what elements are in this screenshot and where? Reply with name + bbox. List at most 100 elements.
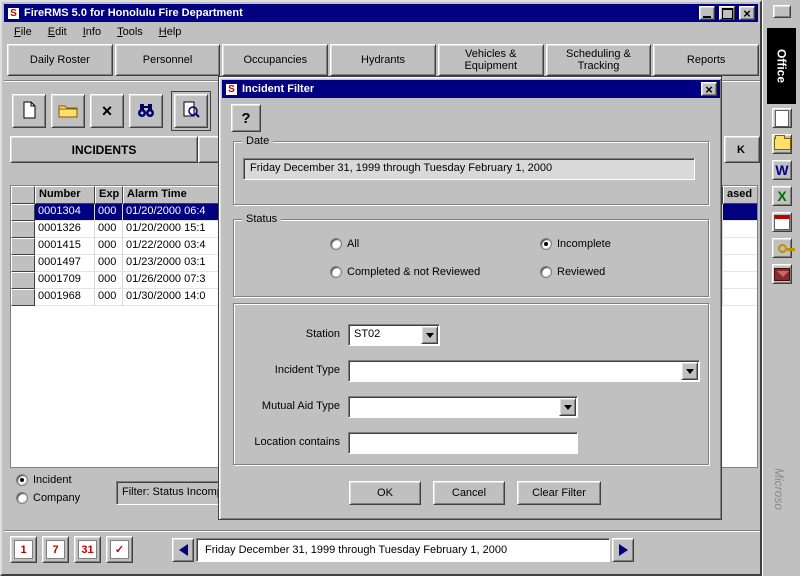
close-button-icon[interactable] [739,6,755,20]
column-header-number[interactable]: Number [35,186,95,204]
view-option-incident[interactable]: Incident [16,474,72,486]
delete-record-button[interactable]: × [90,94,124,128]
chevron-down-icon[interactable] [559,398,576,416]
column-header-partial[interactable]: ased [723,186,758,204]
firerms-logo-icon: S [7,7,20,20]
incomplete-radio[interactable] [540,238,552,250]
calendar-app-button[interactable] [772,212,792,232]
menu-help[interactable]: Help [151,24,190,40]
check-calendar-icon: ✓ [110,540,129,559]
mutual-aid-type-dropdown[interactable] [348,396,578,418]
minimize-button-icon[interactable] [699,6,715,20]
all-radio[interactable] [330,238,342,250]
row-indicator-header [11,186,35,204]
tab-occupancies[interactable]: Occupancies [222,44,328,76]
dialog-titlebar: S Incident Filter [222,80,720,98]
menubar: File Edit Info Tools Help [4,22,758,41]
company-radio[interactable] [16,492,28,504]
status-option-reviewed[interactable]: Reviewed [540,266,605,278]
status-group-label: Status [242,212,281,226]
delete-icon: × [102,102,113,120]
cell-alarm-time: 01/20/2000 06:4 [123,204,231,221]
tab-daily-roster[interactable]: Daily Roster [7,44,113,76]
status-option-all[interactable]: All [330,238,359,250]
tab-scheduling-tracking[interactable]: Scheduling & Tracking [546,44,652,76]
cancel-button[interactable]: Cancel [433,481,505,505]
window-title: FireRMS 5.0 for Honolulu Fire Department [24,7,695,19]
station-dropdown[interactable]: ST02 [348,324,440,346]
ok-button[interactable]: OK [349,481,421,505]
divider [4,530,760,532]
tab-vehicles-equipment[interactable]: Vehicles & Equipment [438,44,544,76]
cell-alarm-time: 01/22/2000 03:4 [123,238,231,255]
office-bar-menu-button[interactable] [773,5,791,18]
date-range-navigator: Friday December 31, 1999 through Tuesday… [172,538,634,562]
tab-personnel[interactable]: Personnel [115,44,221,76]
menu-edit[interactable]: Edit [40,24,75,40]
date-range-field: Friday December 31, 1999 through Tuesday… [243,158,695,180]
tab-hydrants[interactable]: Hydrants [330,44,436,76]
date-group: Date Friday December 31, 1999 through Tu… [233,141,709,205]
chevron-down-icon[interactable] [421,326,438,344]
menu-info[interactable]: Info [75,24,109,40]
cell-exp: 000 [95,204,123,221]
view-option-company[interactable]: Company [16,492,80,504]
keys-icon [778,244,787,253]
find-button[interactable] [129,94,163,128]
cell-number: 0001304 [35,204,95,221]
new-record-button[interactable] [12,94,46,128]
preview-button[interactable] [174,94,208,128]
menu-file[interactable]: File [6,24,40,40]
chevron-down-icon[interactable] [681,362,698,380]
month-calendar-icon: 31 [78,540,97,559]
column-header-alarm-time[interactable]: Alarm Time [123,186,231,204]
cell-number: 0001709 [35,272,95,289]
incident-radio[interactable] [16,474,28,486]
tab-reports[interactable]: Reports [653,44,759,76]
open-record-button[interactable] [51,94,85,128]
new-office-document-icon [775,110,789,127]
seven-day-calendar-button[interactable]: 7 [42,536,69,563]
cell-exp: 000 [95,255,123,272]
word-button[interactable]: W [772,160,792,180]
incident-type-dropdown[interactable] [348,360,700,382]
month-calendar-button[interactable]: 31 [74,536,101,563]
keys-button[interactable] [772,238,792,258]
reviewed-radio[interactable] [540,266,552,278]
completed-not-reviewed-radio[interactable] [330,266,342,278]
cell-exp: 000 [95,221,123,238]
cell-alarm-time: 01/26/2000 07:3 [123,272,231,289]
incidents-list-tab[interactable]: INCIDENTS [10,136,198,163]
status-option-completed-not-reviewed[interactable]: Completed & not Reviewed [330,266,480,278]
clear-filter-button[interactable]: Clear Filter [517,481,601,505]
company-radio-label: Company [33,492,80,504]
mail-icon [774,268,790,281]
dialog-close-icon[interactable] [701,82,717,96]
maximize-button-icon[interactable] [719,6,735,20]
cell-alarm-time: 01/23/2000 03:1 [123,255,231,272]
mail-button[interactable] [772,264,792,284]
open-office-document-button[interactable] [772,134,792,154]
left-arrow-icon [179,544,188,556]
status-option-incomplete[interactable]: Incomplete [540,238,611,250]
help-button[interactable]: ? [231,104,261,132]
location-contains-label: Location contains [238,432,340,452]
check-calendar-button[interactable]: ✓ [106,536,133,563]
excel-button[interactable]: X [772,186,792,206]
incident-toolbar: × [12,94,208,128]
module-tabs: Daily Roster Personnel Occupancies Hydra… [7,44,759,76]
previous-range-button[interactable] [172,538,194,562]
office-bar-title: Office [767,28,796,104]
location-contains-input[interactable] [348,432,578,454]
new-office-document-button[interactable] [772,108,792,128]
excel-icon: X [777,188,786,204]
seven-day-calendar-icon: 7 [46,540,65,559]
column-header-exp[interactable]: Exp [95,186,123,204]
cell-number: 0001326 [35,221,95,238]
next-range-button[interactable] [612,538,634,562]
partial-right-tab[interactable]: K [724,136,760,163]
cell-alarm-time: 01/20/2000 15:1 [123,221,231,238]
menu-tools[interactable]: Tools [109,24,151,40]
cell-number: 0001968 [35,289,95,306]
one-day-calendar-button[interactable]: 1 [10,536,37,563]
